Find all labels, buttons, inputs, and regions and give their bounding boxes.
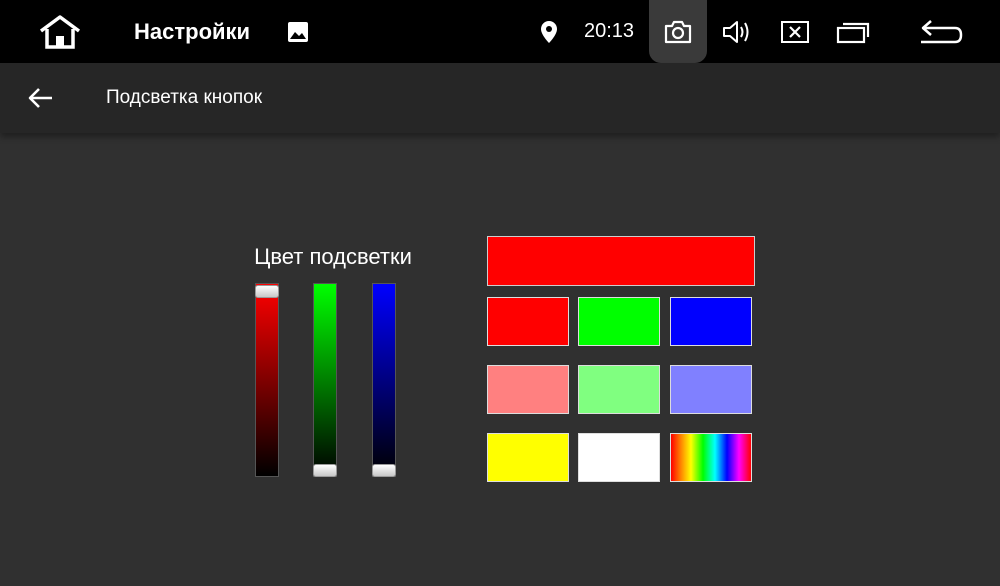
swatch-light-blue[interactable] — [670, 365, 752, 414]
clock: 20:13 — [584, 20, 635, 42]
swatch-yellow[interactable] — [487, 433, 569, 482]
current-color-preview — [487, 236, 755, 286]
status-bar-title: Настройки — [134, 18, 251, 44]
location-pin-icon — [538, 0, 560, 63]
recent-apps-icon[interactable] — [836, 0, 872, 63]
image-icon — [286, 0, 310, 63]
swatch-blue[interactable] — [670, 297, 752, 346]
swatch-red[interactable] — [487, 297, 569, 346]
home-icon[interactable] — [33, 0, 87, 63]
color-section-label: Цвет подсветки — [254, 244, 412, 269]
back-button[interactable] — [24, 81, 58, 115]
red-slider-thumb[interactable] — [255, 285, 279, 298]
swatch-green[interactable] — [578, 297, 660, 346]
app-bar: Подсветка кнопок — [0, 63, 1000, 133]
red-slider[interactable] — [255, 283, 279, 477]
blue-slider-thumb[interactable] — [372, 464, 396, 477]
green-slider[interactable] — [313, 283, 337, 477]
swatch-light-green[interactable] — [578, 365, 660, 414]
arrow-left-icon — [28, 88, 52, 108]
page-title: Подсветка кнопок — [106, 87, 263, 108]
swatch-rainbow[interactable] — [670, 433, 752, 482]
return-icon[interactable] — [916, 0, 966, 63]
status-bar: Настройки 20:13 — [0, 0, 1000, 63]
close-box-icon[interactable] — [779, 0, 811, 63]
blue-slider[interactable] — [372, 283, 396, 477]
swatch-white[interactable] — [578, 433, 660, 482]
swatch-light-red[interactable] — [487, 365, 569, 414]
green-slider-thumb[interactable] — [313, 464, 337, 477]
camera-icon[interactable] — [649, 0, 707, 63]
volume-icon[interactable] — [720, 0, 754, 63]
